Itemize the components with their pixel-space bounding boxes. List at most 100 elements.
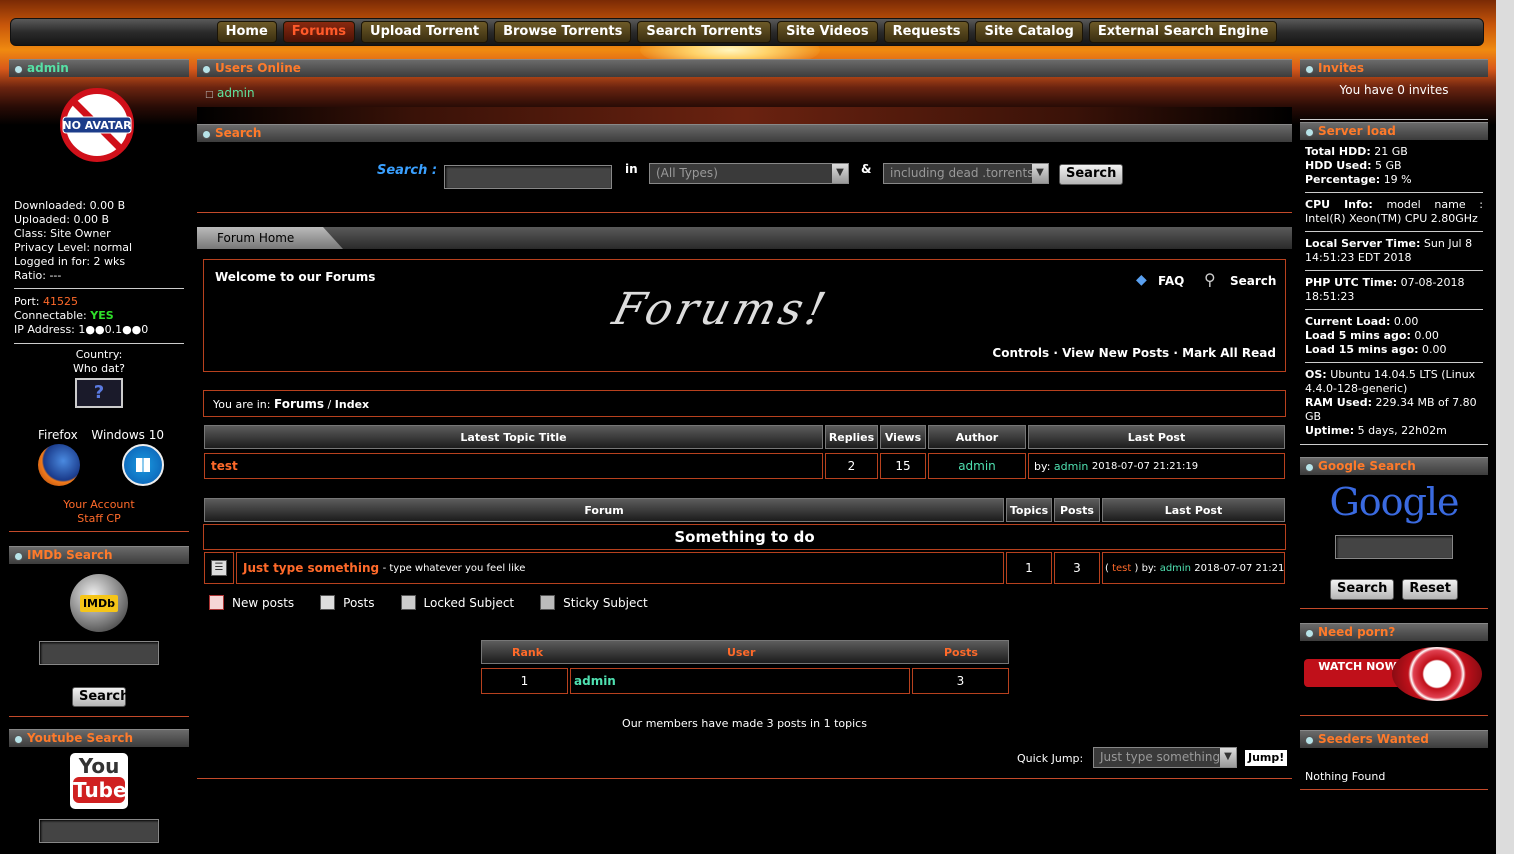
nav-browse-torrents[interactable]: Browse Torrents xyxy=(494,21,632,43)
nav-forums[interactable]: Forums xyxy=(282,21,356,43)
dead-select[interactable]: including dead .torrents ▼ xyxy=(883,163,1049,184)
nav-site-catalog[interactable]: Site Catalog xyxy=(975,21,1083,43)
forum-link[interactable]: Just type something xyxy=(243,561,379,575)
nav-external-search-engine[interactable]: External Search Engine xyxy=(1088,21,1278,43)
table-row: test xyxy=(204,453,823,479)
staff-cp-link[interactable]: Staff CP xyxy=(14,512,184,526)
os-value: Ubuntu 14.04.5 LTS (Linux 4.4.0-128-gene… xyxy=(1305,368,1476,395)
search-form: Search : in (All Types) ▼ & including dea… xyxy=(197,142,1292,212)
imdb-search-button[interactable]: Search xyxy=(72,687,129,707)
google-logo: Google xyxy=(1329,480,1459,524)
right-sidebar: Invites You have 0 invites Server load T… xyxy=(1300,59,1488,796)
type-select-value: (All Types) xyxy=(656,166,718,180)
chevron-down-icon: ▼ xyxy=(832,164,848,183)
rank-header-user: User xyxy=(727,645,756,659)
latest-lp-date: 2018-07-07 21:21:19 xyxy=(1091,460,1199,472)
imdb-logo: IMDb xyxy=(70,574,128,632)
forum-header-posts: Posts xyxy=(1054,498,1100,522)
breadcrumb-index: Index xyxy=(334,398,370,411)
latest-topic-link[interactable]: test xyxy=(211,459,238,473)
page: Home Forums Upload Torrent Browse Torren… xyxy=(0,0,1514,854)
sticky-icon xyxy=(540,595,556,610)
stat-class: Class: Site Owner xyxy=(14,227,111,240)
mark-all-read-link[interactable]: Mark All Read xyxy=(1182,346,1276,360)
server-load-info: Total HDD: 21 GB HDD Used: 5 GB Percenta… xyxy=(1300,140,1488,438)
load5-label: Load 5 mins ago: xyxy=(1305,329,1411,342)
seeders-wanted-title: Seeders Wanted xyxy=(1300,730,1488,748)
nav-site-videos[interactable]: Site Videos xyxy=(777,21,878,43)
youtube-logo: You Tube xyxy=(70,753,128,809)
current-load-value: 0.00 xyxy=(1393,315,1419,328)
hdd-total-value: 21 GB xyxy=(1374,145,1408,158)
forum-search-link[interactable]: Search xyxy=(1230,274,1276,288)
controls-link[interactable]: Controls xyxy=(992,346,1049,360)
view-new-posts-link[interactable]: View New Posts xyxy=(1062,346,1169,360)
quick-jump-select[interactable]: Just type something ▼ xyxy=(1093,747,1237,768)
amp-label: & xyxy=(861,162,872,176)
play-icon xyxy=(1392,647,1482,701)
your-account-link[interactable]: Your Account xyxy=(14,498,184,512)
google-search-title: Google Search xyxy=(1300,457,1488,475)
forum-category: Something to do xyxy=(203,524,1286,550)
uptime-value: 5 days, 22h02m xyxy=(1357,424,1447,437)
legend-posts: Posts xyxy=(343,595,375,610)
type-select[interactable]: (All Types) ▼ xyxy=(649,163,849,184)
nav-requests[interactable]: Requests xyxy=(883,21,970,43)
nav-search-torrents[interactable]: Search Torrents xyxy=(637,21,772,43)
latest-author: admin xyxy=(928,453,1026,479)
dead-select-value: including dead .torrents xyxy=(890,166,1034,180)
google-search-button[interactable]: Search xyxy=(1330,579,1395,600)
current-load-label: Current Load: xyxy=(1305,315,1391,328)
imdb-search-input[interactable] xyxy=(39,641,159,665)
ip-label: IP Address: xyxy=(14,323,75,336)
cpu-label: CPU Info: xyxy=(1305,198,1373,211)
faq-link[interactable]: FAQ xyxy=(1158,274,1184,288)
legend-locked: Locked Subject xyxy=(423,595,515,610)
welcome-box: Welcome to our Forums Forums! ◆ FAQ ⚲ Se… xyxy=(203,259,1286,372)
quick-jump-value: Just type something xyxy=(1100,750,1221,764)
forum-status-icon: ☰ xyxy=(204,552,234,584)
breadcrumb-forums[interactable]: Forums xyxy=(274,397,324,411)
youtube-logo-you: You xyxy=(78,754,120,778)
local-time-label: Local Server Time: xyxy=(1305,237,1421,250)
watch-now-banner[interactable]: WATCH NOW! xyxy=(1300,647,1488,707)
chevron-down-icon: ▼ xyxy=(1032,164,1048,183)
jump-button[interactable]: Jump! xyxy=(1244,749,1289,767)
online-user-admin[interactable]: admin xyxy=(217,86,255,100)
forums-logo: Forums! xyxy=(607,284,835,335)
server-load-title: Server load xyxy=(1300,122,1488,140)
chevron-down-icon: ▼ xyxy=(1220,748,1236,767)
legend-sticky: Sticky Subject xyxy=(563,595,648,610)
load15-value: 0.00 xyxy=(1422,343,1447,356)
window-edge xyxy=(1496,0,1514,854)
forum-topics-count: 1 xyxy=(1006,552,1052,584)
rank-user-link[interactable]: admin xyxy=(574,674,616,688)
no-avatar-text: NO AVATAR xyxy=(62,119,132,132)
firefox-icon xyxy=(38,444,80,486)
forum-lp-user[interactable]: admin xyxy=(1160,563,1191,574)
nav-upload-torrent[interactable]: Upload Torrent xyxy=(361,21,489,43)
rank-header: Rank xyxy=(512,645,544,659)
user-panel-title[interactable]: admin xyxy=(9,59,189,77)
google-search-input[interactable] xyxy=(1335,535,1453,559)
forum-header-forum: Forum xyxy=(204,498,1004,522)
youtube-search-input[interactable] xyxy=(39,819,159,843)
watch-now-text: WATCH NOW! xyxy=(1318,660,1402,673)
search-input[interactable] xyxy=(444,165,612,189)
country-label: Country: xyxy=(75,348,123,361)
forum-lp-topic[interactable]: test xyxy=(1112,563,1131,574)
latest-last-post: by: admin 2018-07-07 21:21:19 xyxy=(1028,453,1285,479)
latest-lp-user[interactable]: admin xyxy=(1054,460,1088,473)
posts-icon: ☰ xyxy=(211,560,227,576)
browser-label: Firefox xyxy=(38,428,78,442)
youtube-panel-title: Youtube Search xyxy=(9,729,189,747)
hdd-percentage-value: 19 % xyxy=(1383,173,1412,186)
ip-value: 1●●0.1●●0 xyxy=(78,323,149,336)
google-reset-button[interactable]: Reset xyxy=(1402,579,1458,600)
latest-author-link[interactable]: admin xyxy=(958,459,996,473)
forum-home-tab[interactable]: Forum Home xyxy=(197,227,343,249)
latest-topics-table: Latest Topic Title Replies Views Author … xyxy=(204,425,1292,481)
country-flag: ? xyxy=(75,378,123,408)
nav-home[interactable]: Home xyxy=(216,21,277,43)
search-button[interactable]: Search xyxy=(1059,164,1124,185)
